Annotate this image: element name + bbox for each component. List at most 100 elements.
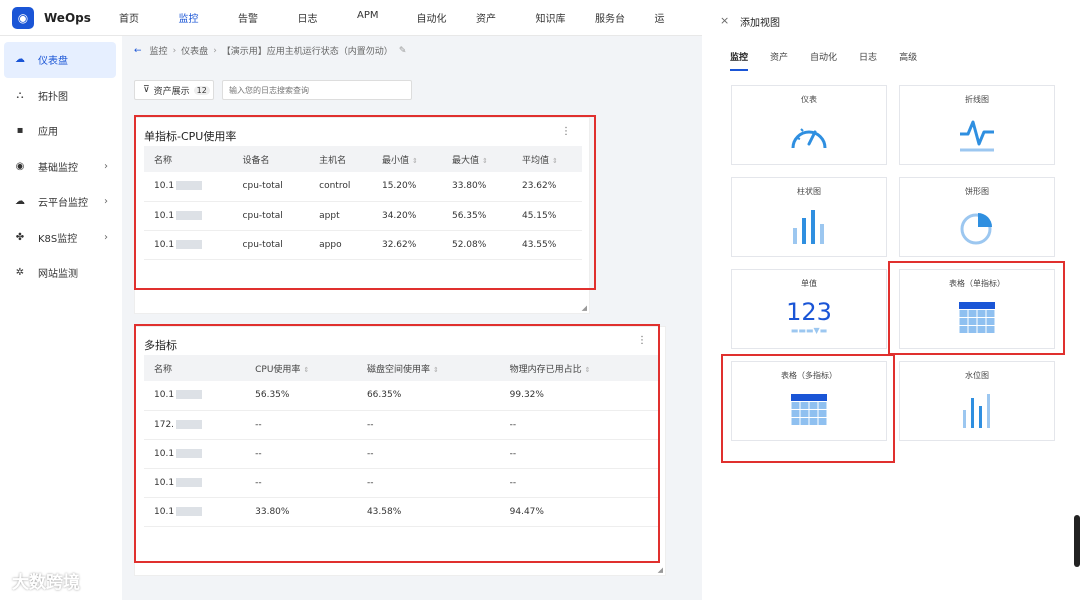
log-search-input[interactable]	[222, 80, 412, 100]
view-tab[interactable]: 日志	[859, 50, 877, 71]
sidebar-item[interactable]: ▪ 应用	[0, 113, 122, 149]
main-nav: 首页 监控 告警 日志 APM 自动化 资产 知识库 服务台运	[107, 10, 702, 25]
website-icon: ✲	[15, 267, 25, 279]
table-cell: 34.20%	[371, 201, 442, 231]
view-tab[interactable]: 监控	[730, 50, 749, 71]
scrollbar[interactable]	[1074, 515, 1080, 567]
table-row: 10.1 56.35% 66.35% 99.32%	[144, 381, 658, 411]
tile-gauge[interactable]: 仪表	[731, 85, 887, 165]
nav-item[interactable]: APM	[345, 10, 405, 25]
cell-value: 34.20%	[381, 210, 417, 221]
table-cell: cpu-total	[232, 230, 310, 260]
tile-pie-chart[interactable]: 饼形图	[899, 177, 1055, 257]
sidebar-item[interactable]: ☁ 云平台监控 ›	[0, 184, 122, 220]
table-cell: --	[356, 439, 500, 469]
nav-item[interactable]: 告警	[226, 10, 286, 25]
sort-icon[interactable]: ⇕	[482, 157, 488, 165]
table-cell: 56.35%	[245, 381, 357, 411]
more-icon[interactable]: ⋮	[637, 335, 647, 346]
table-icon	[959, 302, 995, 333]
tile-label: 表格（多指标）	[781, 371, 837, 380]
tile-single-value[interactable]: 单值 123 ▬▬▬▼▬	[731, 269, 887, 349]
column-header: 主机名	[309, 146, 372, 172]
cell-value: 10.1	[154, 210, 175, 221]
sidebar-item[interactable]: ◉ 基础监控 ›	[0, 149, 122, 185]
view-tab[interactable]: 资产	[770, 50, 788, 71]
column-header-label: CPU使用率	[255, 364, 301, 375]
resize-handle-icon[interactable]: ◢	[582, 304, 587, 312]
column-header-label: 名称	[154, 364, 173, 375]
sidebar-item[interactable]: ✲ 网站监测	[0, 255, 122, 291]
sidebar: ☁ 仪表盘 ⛬ 拓扑图 ▪ 应用 ◉ 基础监控 › ☁ 云平台监控 › ✤ K8S监控 › ✲ 网站监测	[0, 36, 122, 600]
cell-value: --	[509, 448, 517, 459]
close-icon[interactable]: ×	[720, 14, 729, 27]
table-cell: 10.1	[144, 201, 233, 231]
tile-table-single[interactable]: 表格（单指标）	[899, 269, 1055, 349]
tile-line-chart[interactable]: 折线图	[899, 85, 1055, 165]
nav-item[interactable]: 知识库	[524, 10, 584, 25]
cell-value: --	[366, 419, 374, 430]
cell-value: appo	[319, 239, 342, 250]
column-header[interactable]: 平均值 ⇕	[511, 146, 582, 172]
cell-value: 52.08%	[451, 239, 487, 250]
sort-icon[interactable]: ⇕	[433, 366, 439, 374]
nav-item[interactable]: 日志	[286, 10, 346, 25]
sidebar-item[interactable]: ☁ 仪表盘	[4, 42, 116, 78]
cell-value: --	[366, 477, 374, 488]
sort-icon[interactable]: ⇕	[303, 366, 309, 374]
asset-count-badge: 12	[193, 85, 210, 95]
table-icon	[791, 394, 827, 425]
resize-handle-icon[interactable]: ◢	[658, 566, 663, 574]
tile-water-level[interactable]: 水位图	[899, 361, 1055, 441]
table-cell: 33.80%	[245, 497, 357, 527]
table-cell: 32.62%	[371, 230, 442, 260]
cell-value: cpu-total	[242, 181, 283, 192]
cell-value: control	[319, 181, 351, 192]
column-header[interactable]: CPU使用率 ⇕	[245, 355, 357, 381]
sidebar-item[interactable]: ⛬ 拓扑图	[0, 78, 122, 114]
sidebar-item[interactable]: ✤ K8S监控 ›	[0, 220, 122, 256]
view-tab[interactable]: 自动化	[810, 50, 837, 71]
column-header[interactable]: 最大值 ⇕	[441, 146, 512, 172]
table-row: 10.1 cpu-total appt 34.20% 56.35% 45.15%	[144, 201, 582, 231]
asset-display-label: 资产展示	[153, 86, 190, 97]
table-cell: control	[309, 172, 372, 202]
nav-item[interactable]: 监控	[167, 10, 227, 25]
nav-item[interactable]: 运	[643, 10, 703, 25]
nav-item[interactable]: 首页	[107, 10, 167, 25]
cell-value: 23.62%	[521, 181, 557, 192]
cell-value: 10.1	[154, 477, 175, 488]
cell-value: 15.20%	[381, 181, 417, 192]
sort-icon[interactable]: ⇕	[552, 157, 558, 165]
edit-icon[interactable]: ✎	[399, 46, 407, 56]
nav-item[interactable]: 服务台	[583, 10, 643, 25]
logo[interactable]: ◉ WeOps	[0, 6, 107, 29]
column-header[interactable]: 物理内存已用占比 ⇕	[499, 355, 658, 381]
chevron-right-icon: ›	[104, 160, 108, 172]
gauge-icon	[791, 128, 827, 149]
redacted-mask	[176, 419, 203, 429]
table-cell: 99.32%	[499, 381, 658, 411]
breadcrumb-item-monitor[interactable]: 监控	[150, 44, 168, 57]
column-header: 设备名	[232, 146, 310, 172]
nav-item[interactable]: 自动化	[405, 10, 465, 25]
tile-bar-chart[interactable]: 柱状图	[731, 177, 887, 257]
table-cell: --	[499, 468, 658, 498]
sort-icon[interactable]: ⇕	[412, 157, 418, 165]
back-arrow-icon[interactable]: ←	[134, 46, 142, 56]
multi-metric-table: 名称 CPU使用率 ⇕ 磁盘空间使用率 ⇕ 物理内存已用占比 ⇕ 10.1 56.35% 66.3…	[144, 355, 658, 527]
view-tab[interactable]: 高级	[899, 50, 917, 71]
sort-icon[interactable]: ⇕	[585, 366, 591, 374]
asset-display-button[interactable]: ⊽ 资产展示 12	[134, 80, 214, 100]
sidebar-item-label: 仪表盘	[38, 56, 68, 68]
column-header[interactable]: 磁盘空间使用率 ⇕	[356, 355, 500, 381]
watermark: 大数跨境	[12, 573, 80, 593]
more-icon[interactable]: ⋮	[561, 126, 571, 137]
breadcrumb-item-dashboard[interactable]: 仪表盘	[181, 44, 208, 57]
nav-item[interactable]: 资产	[464, 10, 524, 25]
tile-table-multi[interactable]: 表格（多指标）	[731, 361, 887, 441]
sidebar-item-label: K8S监控	[38, 233, 78, 245]
table-cell: 43.58%	[356, 497, 500, 527]
column-header[interactable]: 最小值 ⇕	[371, 146, 442, 172]
column-header-label: 最大值	[451, 155, 479, 166]
